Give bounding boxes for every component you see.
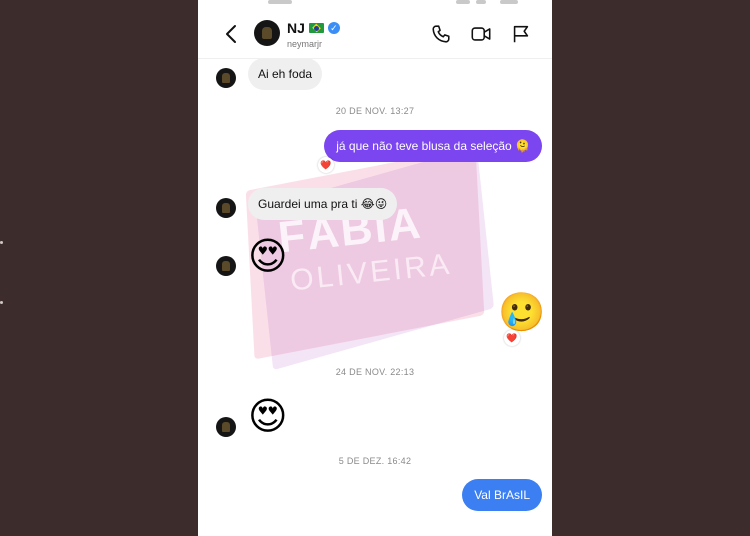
heart-reaction-icon[interactable]: ❤️ — [504, 330, 520, 346]
avatar[interactable] — [216, 256, 236, 276]
edge-dot — [0, 301, 3, 304]
timestamp: 20 DE NOV. 13:27 — [335, 106, 415, 116]
flag-icon[interactable] — [510, 23, 532, 45]
profile-name-row[interactable]: NJ ✓ — [287, 20, 340, 36]
phone-icon[interactable] — [430, 23, 452, 45]
avatar[interactable] — [216, 68, 236, 88]
status-bar — [198, 0, 552, 8]
smiling-tear-emoji[interactable]: 🥲 — [498, 292, 545, 334]
timestamp: 24 DE NOV. 22:13 — [335, 367, 415, 377]
profile-handle: neymarjr — [287, 39, 323, 49]
heart-eyes-emoji[interactable]: 😍 — [248, 236, 288, 278]
incoming-message[interactable]: Ai eh foda — [248, 58, 323, 90]
video-icon[interactable] — [470, 23, 492, 45]
avatar[interactable] — [216, 417, 236, 437]
outgoing-message[interactable]: já que não teve blusa da seleção 🫠 — [324, 130, 542, 162]
avatar[interactable] — [216, 198, 236, 218]
chat-screen: NJ ✓ neymarjr FÁBIA OLIVEIRA Ai eh foda … — [198, 0, 552, 536]
outgoing-message[interactable]: Val BrAsIL — [462, 479, 542, 511]
profile-name: NJ — [287, 20, 305, 36]
back-arrow-icon[interactable] — [220, 22, 244, 46]
timestamp: 5 DE DEZ. 16:42 — [338, 456, 412, 466]
heart-eyes-emoji[interactable]: 😍 — [248, 396, 288, 438]
brazil-flag-icon — [308, 23, 324, 33]
verified-badge-icon: ✓ — [327, 22, 340, 34]
incoming-message[interactable]: Guardei uma pra ti 😂😜 — [248, 188, 398, 220]
avatar[interactable] — [254, 20, 280, 46]
edge-dot — [0, 241, 3, 244]
heart-reaction-icon[interactable]: ❤️ — [318, 157, 334, 173]
watermark-text: OLIVEIRA — [288, 247, 454, 298]
chat-header: NJ ✓ neymarjr — [198, 14, 552, 59]
